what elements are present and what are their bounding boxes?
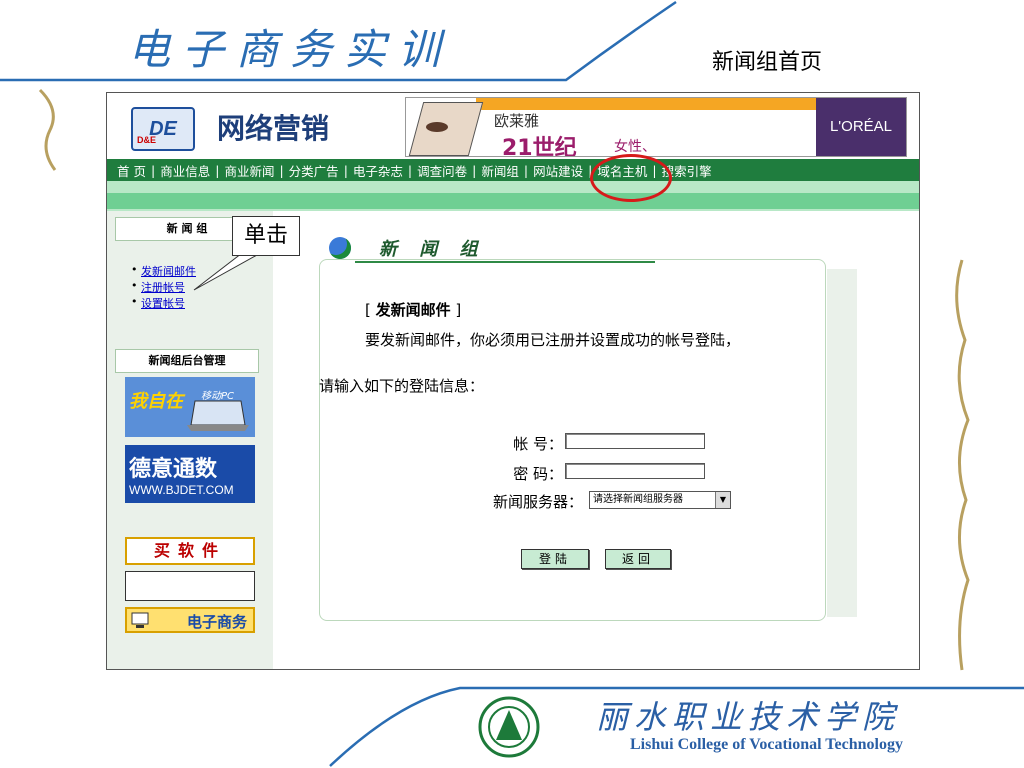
site-logo-icon[interactable]: DE D&E	[131, 107, 195, 151]
nav-home[interactable]: 首 页	[117, 161, 146, 180]
sidebar-link-register[interactable]: 注册帐号	[141, 279, 185, 295]
server-label: 新闻服务器：	[492, 493, 583, 511]
slide-title: 电子商务实训	[128, 25, 453, 74]
content-right-gutter	[827, 269, 857, 617]
promo-title: 电子商务	[186, 613, 247, 631]
nav-classified-ads[interactable]: 分类广告	[289, 161, 339, 180]
header-stripe	[107, 193, 919, 209]
compose-label: 发新闻邮件	[375, 301, 451, 319]
site-logo-sub: D&E	[137, 135, 157, 145]
account-label: 帐 号：	[513, 435, 563, 453]
promo-title: 我自在	[129, 391, 183, 412]
sidebar-section-title: 新闻组后台管理	[148, 354, 226, 367]
ad-brand: 欧莱雅	[494, 112, 540, 130]
password-input[interactable]	[565, 463, 705, 479]
site-logo-text: 网络营销	[217, 112, 330, 145]
nav-business-info[interactable]: 商业信息	[160, 161, 210, 180]
content-title: 新 闻 组	[379, 239, 486, 260]
promo-e-commerce[interactable]: 电子商务	[125, 607, 255, 633]
promo-blank[interactable]	[125, 571, 255, 601]
eye-icon	[426, 122, 448, 132]
college-name-cn: 丽水职业技术学院	[596, 698, 901, 736]
nav-website-building[interactable]: 网站建设	[533, 161, 583, 180]
account-input[interactable]	[565, 433, 705, 449]
laptop-icon	[187, 400, 249, 431]
login-instruction: 要发新闻邮件，你必须用已注册并设置成功的帐号登陆，	[365, 331, 741, 349]
nav-business-news[interactable]: 商业新闻	[224, 161, 274, 180]
web-page-frame: DE D&E 网络营销 欧莱雅 21世纪 女性、 L'ORÉAL 首 页 | 商…	[106, 92, 920, 670]
ad-loreal-logo: L'ORÉAL	[816, 98, 906, 156]
nav-e-magazine[interactable]: 电子杂志	[353, 161, 403, 180]
content-header: 新 闻 组	[329, 233, 669, 263]
promo-title: 德意通数	[129, 457, 218, 482]
main-navigation: 首 页 | 商业信息 | 商业新闻 | 分类广告 | 电子杂志 | 调查问卷 |…	[107, 159, 919, 181]
login-button[interactable]: 登陆	[521, 549, 589, 569]
promo-url: WWW.BJDET.COM	[129, 483, 234, 497]
college-seal-icon	[478, 696, 540, 758]
ad-slogan-secondary: 女性、	[614, 139, 656, 155]
login-prompt: 请输入如下的登陆信息：	[319, 377, 485, 395]
globe-person-icon	[329, 237, 351, 259]
ad-slogan: 21世纪	[502, 136, 577, 157]
slide-subtitle: 新闻组首页	[712, 50, 823, 75]
news-server-select[interactable]: 请选择新闻组服务器 ▼	[589, 491, 731, 509]
nav-survey[interactable]: 调查问卷	[417, 161, 467, 180]
server-select-value: 请选择新闻组服务器	[593, 494, 683, 505]
nav-newsgroup[interactable]: 新闻组	[481, 161, 519, 180]
highlight-circle	[590, 154, 672, 202]
college-name-en: Lishui College of Vocational Technology	[630, 736, 903, 753]
site-banner: DE D&E 网络营销 欧莱雅 21世纪 女性、 L'ORÉAL	[107, 93, 919, 159]
sidebar-section-title: 新 闻 组	[166, 222, 208, 235]
click-callout: 单击	[232, 216, 300, 256]
sidebar-link-settings[interactable]: 设置帐号	[141, 295, 185, 311]
sidebar-section-admin: 新闻组后台管理	[115, 349, 259, 373]
chevron-down-icon[interactable]: ▼	[715, 492, 730, 508]
promo-buy-software[interactable]: 买软件	[125, 537, 255, 565]
back-button[interactable]: 返回	[605, 549, 671, 569]
password-label: 密 码：	[513, 465, 563, 483]
promo-mobile-pc[interactable]: 我自在 移动PC	[125, 377, 255, 437]
promo-bjdet[interactable]: 德意通数 WWW.BJDET.COM	[125, 445, 255, 503]
computer-icon	[131, 612, 149, 628]
compose-heading: [ 发新闻邮件 ]	[365, 301, 462, 319]
advertisement-banner[interactable]: 欧莱雅 21世纪 女性、 L'ORÉAL	[405, 97, 907, 157]
callout-pointer	[193, 249, 267, 291]
